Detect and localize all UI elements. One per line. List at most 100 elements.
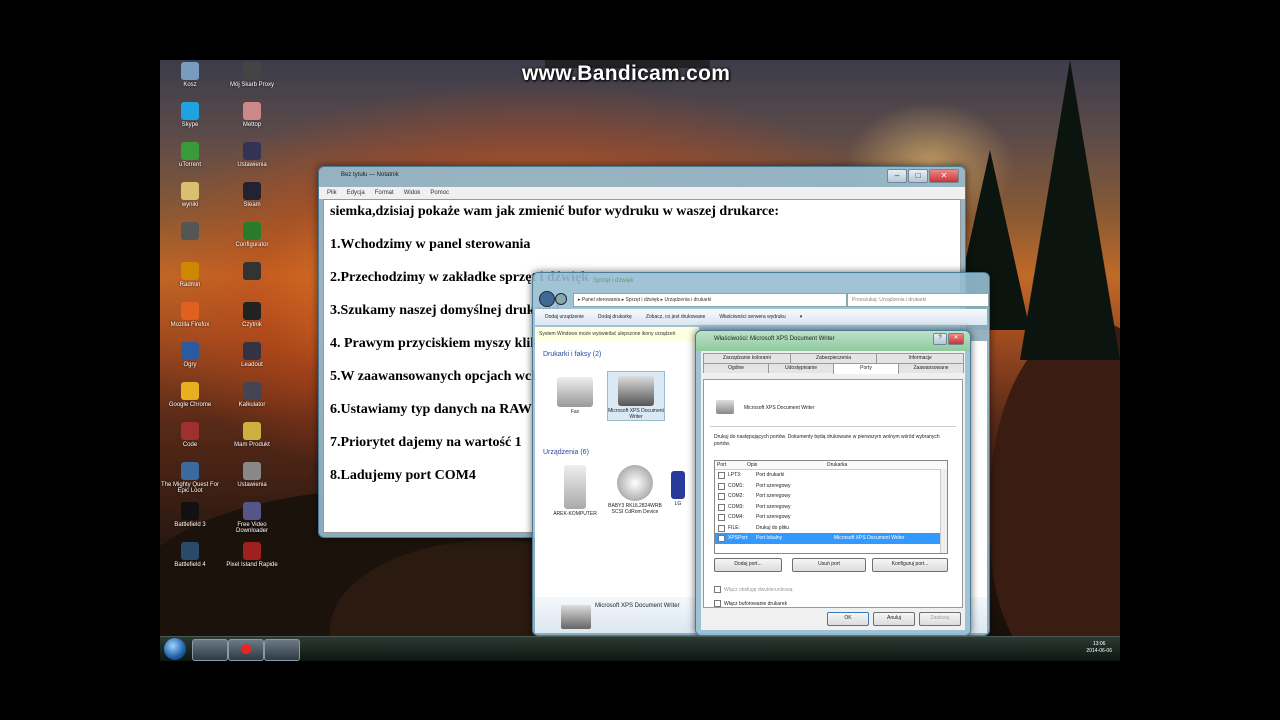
desktop-icon[interactable]: Mettop	[222, 102, 282, 128]
fax-device[interactable]: Fax	[547, 377, 603, 415]
print-server-props-button[interactable]: Właściwości serwera wydruku	[719, 309, 785, 325]
cdrom-device[interactable]: BABY3 RKUL2824WRB SCSI CdRom Device	[607, 465, 663, 515]
desktop-icon[interactable]: Ustawienia	[222, 462, 282, 488]
minimize-button[interactable]: –	[887, 169, 907, 183]
port-row[interactable]: COM1: Port szeregowy	[715, 481, 947, 492]
desktop-icon[interactable]: Steam	[222, 182, 282, 208]
desktop-icon[interactable]: Ogry	[160, 342, 220, 368]
apply-button[interactable]: Zastosuj	[919, 612, 961, 626]
tab-information[interactable]: Informacje	[876, 353, 965, 363]
app-icon	[181, 462, 199, 480]
port-checkbox[interactable]	[718, 524, 725, 532]
port-checkbox[interactable]	[718, 535, 725, 542]
desktop-icon[interactable]: Kosz	[160, 62, 220, 88]
computer-device[interactable]: AREK-KOMPUTER	[547, 465, 603, 517]
add-port-button[interactable]: Dodaj port...	[714, 558, 782, 572]
desktop-icon[interactable]	[160, 222, 220, 242]
desktop-icon[interactable]: Code	[160, 422, 220, 448]
configure-port-button[interactable]: Konfiguruj port...	[872, 558, 948, 572]
column-header[interactable]: Opis	[745, 461, 825, 469]
desktop-icon[interactable]: Pixel Island Rapide	[222, 542, 282, 568]
port-row[interactable]: XPSPort: Port lokalny Microsoft XPS Docume…	[715, 533, 947, 544]
ok-button[interactable]: OK	[827, 612, 869, 626]
desktop-icon[interactable]: The Mighty Quest For Epic Loot	[160, 462, 220, 494]
notepad-titlebar[interactable]: Bez tytułu — Notatnik – □ ✕	[319, 167, 965, 187]
group-printers-heading[interactable]: Drukarki i faksy (2)	[543, 351, 601, 358]
pooling-checkbox[interactable]: Włącz buforowanie drukarek	[714, 600, 787, 607]
desktop-icon[interactable]: Free Video Downloader	[222, 502, 282, 534]
port-checkbox[interactable]	[718, 503, 725, 511]
ports-list[interactable]: Port Opis Drukarka LPT3: Port drukarki COM…	[714, 460, 948, 554]
add-device-button[interactable]: Dodaj urządzenie	[545, 309, 584, 325]
tab-general[interactable]: Ogólne	[703, 363, 769, 373]
desktop-icon[interactable]: Battlefield 3	[160, 502, 220, 528]
desktop-icon[interactable]: Kalkulator	[222, 382, 282, 408]
clock[interactable]: 13:06 2014-06-06	[1086, 641, 1112, 655]
see-printing-button[interactable]: Zobacz, co jest drukowane	[646, 309, 705, 325]
port-checkbox[interactable]	[718, 472, 725, 479]
desktop-icon-label: Skype	[181, 122, 199, 128]
port-checkbox[interactable]	[718, 493, 725, 500]
info-bar[interactable]: System Windows może wyświetlać ulepszone…	[535, 327, 699, 341]
desktop-icon[interactable]: Skype	[160, 102, 220, 128]
tab-sharing[interactable]: Udostępnianie	[768, 363, 834, 373]
dialog-titlebar[interactable]: Właściwości: Microsoft XPS Document Writ…	[696, 331, 970, 351]
port-row[interactable]: LPT3: Port drukarki	[715, 470, 947, 481]
port-checkbox[interactable]	[718, 482, 725, 490]
printer-properties-dialog[interactable]: Właściwości: Microsoft XPS Document Writ…	[695, 330, 971, 636]
tab-color-management[interactable]: Zarządzanie kolorami	[703, 353, 791, 363]
desktop-icon[interactable]: Mozilla Firefox	[160, 302, 220, 328]
desktop-icon[interactable]: Battlefield 4	[160, 542, 220, 568]
desktop-icon[interactable]: Czytnik	[222, 302, 282, 328]
menu-item[interactable]: Widok	[404, 187, 421, 199]
xps-writer-device[interactable]: Microsoft XPS Document Writer	[607, 371, 665, 421]
bidi-checkbox[interactable]: Włącz obsługę dwukierunkową	[714, 586, 792, 593]
search-input[interactable]: Przeszukaj: Urządzenia i drukarki	[847, 293, 989, 307]
port-row[interactable]: FILE: Drukuj do pliku	[715, 523, 947, 534]
tab-ports[interactable]: Porty	[833, 363, 899, 374]
checkbox-box	[714, 600, 721, 607]
chevron-down-icon[interactable]: ▾	[800, 309, 803, 325]
port-printer	[834, 481, 947, 492]
port-checkbox[interactable]	[718, 514, 725, 521]
desktop-icon[interactable]	[222, 262, 282, 282]
delete-port-button[interactable]: Usuń port	[792, 558, 866, 572]
back-button[interactable]	[539, 291, 555, 307]
explorer-titlebar[interactable]: Sprzęt i dźwięk	[533, 273, 989, 293]
desktop-icon[interactable]: Google Chrome	[160, 382, 220, 408]
monitor-device[interactable]: LG	[663, 471, 693, 507]
port-row[interactable]: COM3: Port szeregowy	[715, 502, 947, 513]
tab-security[interactable]: Zabezpieczenia	[789, 353, 878, 363]
maximize-button[interactable]: □	[908, 169, 928, 183]
taskbar-window-button[interactable]	[264, 639, 300, 661]
port-row[interactable]: COM2: Port szeregowy	[715, 491, 947, 502]
add-printer-button[interactable]: Dodaj drukarkę	[598, 309, 632, 325]
help-button[interactable]: ?	[933, 333, 947, 345]
taskbar-record-button[interactable]	[228, 639, 264, 661]
forward-button[interactable]	[555, 293, 567, 305]
menu-item[interactable]: Pomoc	[430, 187, 449, 199]
close-button[interactable]: ✕	[929, 169, 959, 183]
menu-item[interactable]: Edycja	[347, 187, 365, 199]
scrollbar[interactable]	[940, 469, 947, 553]
desktop-icon[interactable]: Mój Skarb Proxy	[222, 62, 282, 88]
desktop-icon[interactable]: Radmin	[160, 262, 220, 288]
taskbar-explorer-button[interactable]	[192, 639, 228, 661]
desktop-icon[interactable]: Configurator	[222, 222, 282, 248]
close-button[interactable]: ✕	[948, 333, 964, 345]
desktop-icon[interactable]: wyniki	[160, 182, 220, 208]
port-row[interactable]: COM4: Port szeregowy	[715, 512, 947, 523]
desktop-icon[interactable]: Mam Produkt	[222, 422, 282, 448]
group-devices-heading[interactable]: Urządzenia (6)	[543, 449, 589, 456]
column-header[interactable]: Port	[715, 461, 745, 469]
address-bar[interactable]: ▸ Panel sterowania ▸ Sprzęt i dźwięk ▸ U…	[573, 293, 847, 307]
desktop-icon[interactable]: uTorrent	[160, 142, 220, 168]
tab-advanced[interactable]: Zaawansowane	[898, 363, 964, 373]
start-button[interactable]	[164, 638, 186, 660]
column-header[interactable]: Drukarka	[825, 461, 947, 469]
menu-item[interactable]: Format	[375, 187, 394, 199]
desktop-icon[interactable]: Leadout	[222, 342, 282, 368]
cancel-button[interactable]: Anuluj	[873, 612, 915, 626]
desktop-icon[interactable]: Ustawienia	[222, 142, 282, 168]
menu-item[interactable]: Plik	[327, 187, 337, 199]
